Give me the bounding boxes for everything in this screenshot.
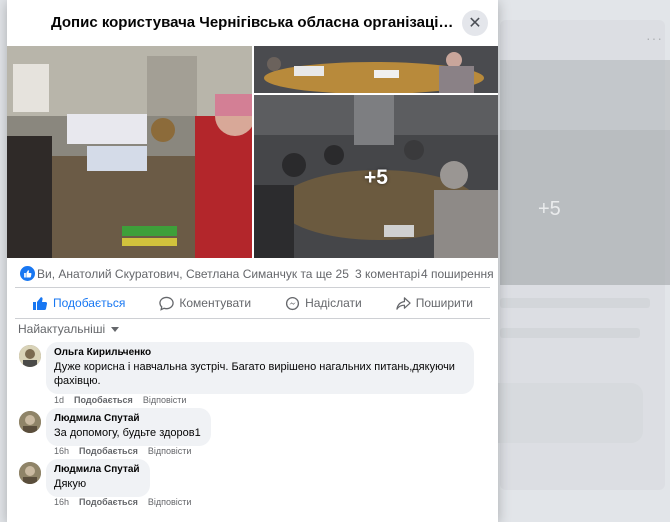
comment-meta: 16h Подобається Відповісти [54,446,191,456]
comment-like-link[interactable]: Подобається [79,497,138,507]
post-photo-main[interactable] [7,46,252,258]
reactions-bar: Ви, Анатолий Скуратович, Светлана Симанч… [7,258,498,287]
comment-author[interactable]: Ольга Кирильченко [54,347,464,358]
avatar[interactable] [19,411,41,433]
comment-text: Дуже корисна і навчальна зустріч. Багато… [54,361,455,387]
photo-main-image [7,46,252,258]
shares-count-link[interactable]: 4 поширення [421,267,494,281]
like-reaction-icon [20,266,35,281]
comment-time[interactable]: 16h [54,446,69,456]
close-icon: ✕ [468,15,482,32]
post-photo-more[interactable]: +5 [254,95,498,258]
photo-grid: +5 [7,46,498,258]
comment-meta: 1d Подобається Відповісти [54,395,186,405]
reactors-link[interactable]: Ви, Анатолий Скуратович, Светлана Симанч… [37,267,349,281]
comment-sort-dropdown[interactable]: Найактуальніші [18,322,120,336]
comment-text: За допомогу, будьте здоров1 [54,427,201,439]
comment-like-link[interactable]: Подобається [79,446,138,456]
comment-bubble: Ольга Кирильченко Дуже корисна і навчаль… [46,342,474,394]
close-button[interactable]: ✕ [462,10,488,36]
sort-label: Найактуальніші [18,322,106,336]
photo-meeting-image [254,46,498,93]
comment-reply-link[interactable]: Відповісти [148,446,192,456]
comment-time[interactable]: 1d [54,395,64,405]
comments-count-link[interactable]: 3 коментарі [355,267,420,281]
comment-reply-link[interactable]: Відповісти [143,395,187,405]
modal-header: Допис користувача Чернігівська обласна о… [7,0,498,46]
send-button[interactable]: Надіслати [285,296,362,311]
comment-author[interactable]: Людмила Спутай [54,464,140,475]
comment-button[interactable]: Коментувати [159,296,251,311]
comment-author[interactable]: Людмила Спутай [54,413,201,424]
like-label: Подобається [53,296,126,310]
messenger-icon [286,296,300,310]
avatar[interactable] [19,462,41,484]
comment-reply-link[interactable]: Відповісти [148,497,192,507]
comment-text: Дякую [54,478,87,490]
modal-title: Допис користувача Чернігівська обласна о… [51,14,456,31]
comment-meta: 16h Подобається Відповісти [54,497,191,507]
comment-bubble: Людмила Спутай Дякую [46,459,150,497]
avatar[interactable] [19,345,41,367]
comment-label: Коментувати [179,296,252,310]
share-label: Поширити [415,296,473,310]
caret-down-icon [111,326,120,332]
comment-bubble: Людмила Спутай За допомогу, будьте здоро… [46,408,211,446]
like-button[interactable]: Подобається [32,295,125,311]
post-photo[interactable] [254,46,498,93]
thumbs-up-icon [33,297,48,310]
comment-icon [159,296,175,311]
share-icon [396,296,411,310]
comment-like-link[interactable]: Подобається [74,395,133,405]
share-button[interactable]: Поширити [396,296,473,311]
post-modal: Допис користувача Чернігівська обласна о… [7,0,498,522]
more-photos-count: +5 [364,166,388,189]
action-bar: Подобається Коментувати Надіслати Пошири… [15,287,490,319]
send-label: Надіслати [305,296,362,310]
comment-time[interactable]: 16h [54,497,69,507]
